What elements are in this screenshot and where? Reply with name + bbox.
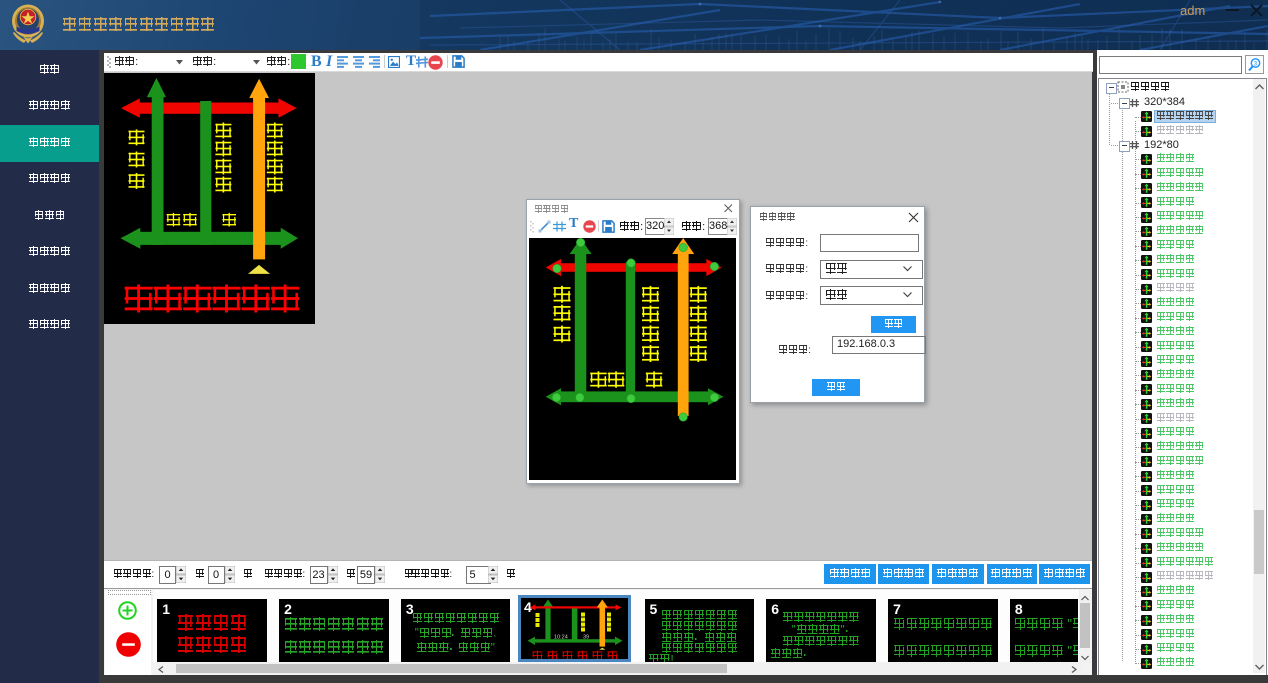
svg-text:39: 39 xyxy=(583,635,589,641)
svg-text:4: 4 xyxy=(524,599,532,615)
svg-text:10:24: 10:24 xyxy=(554,635,568,641)
